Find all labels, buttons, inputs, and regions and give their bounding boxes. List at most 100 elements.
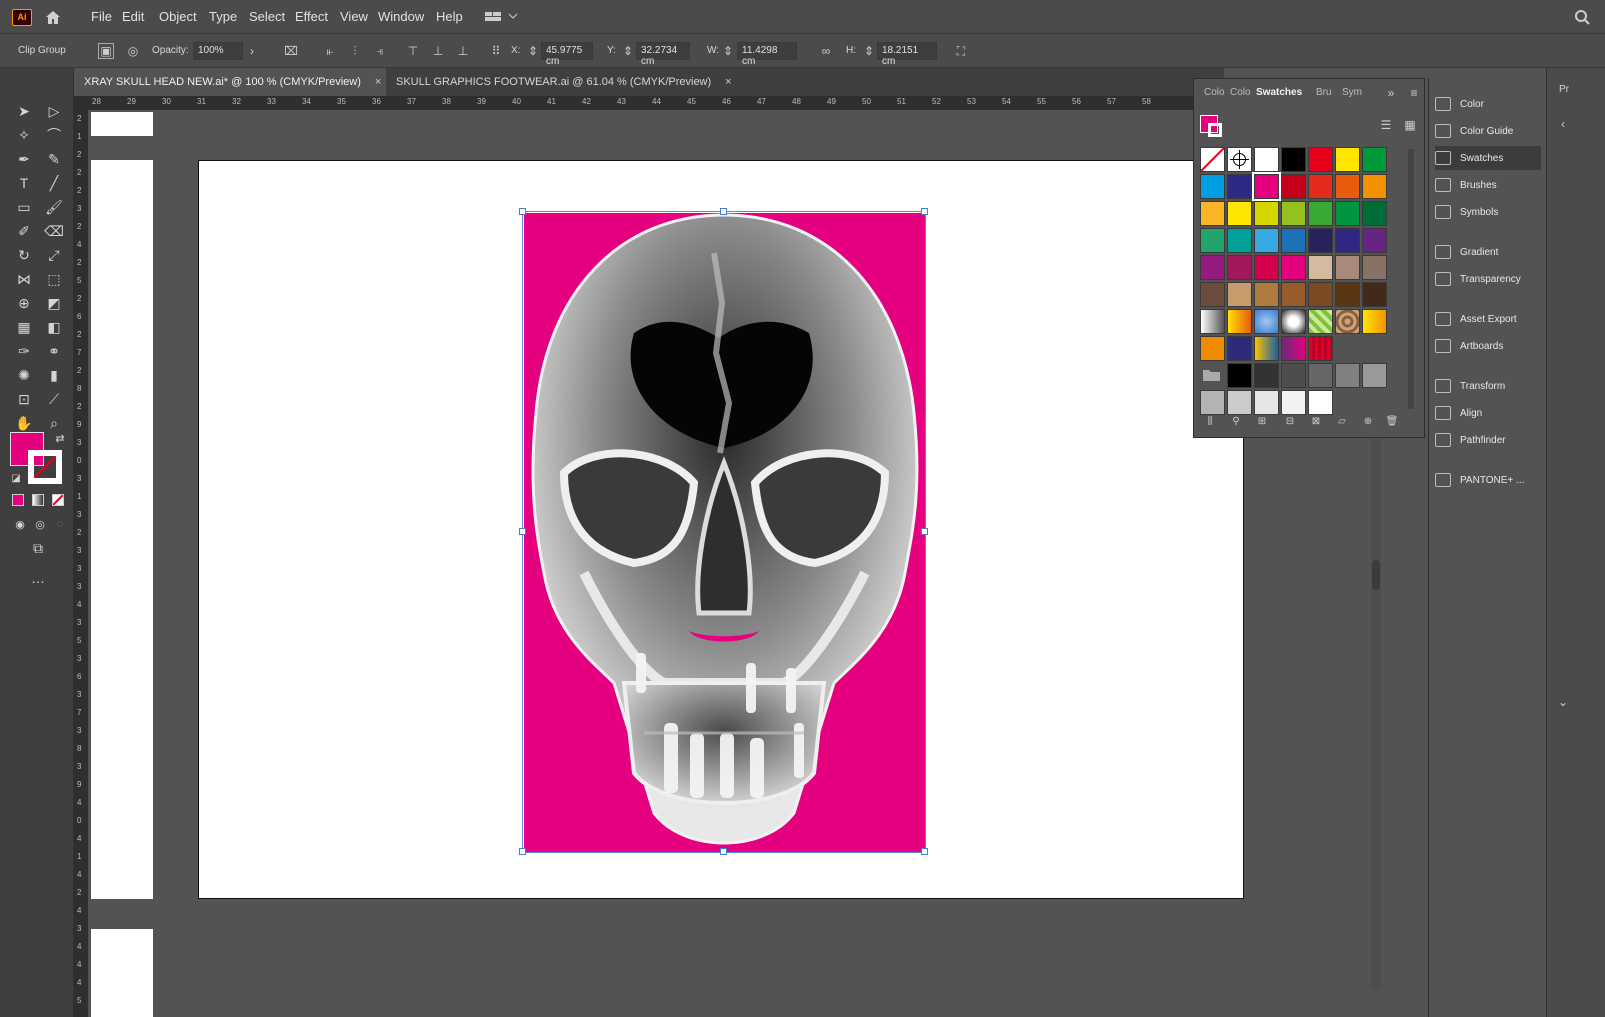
type-tool-icon[interactable]: T — [14, 173, 34, 193]
align-center-icon[interactable]: ⫶ — [347, 43, 363, 59]
swatch[interactable] — [1335, 363, 1360, 388]
align-bottom-icon[interactable]: ⊥ — [455, 43, 471, 59]
swatch-options-icon[interactable]: ⊞ — [1254, 413, 1270, 429]
swatch[interactable] — [1281, 363, 1306, 388]
panel-item-pantone[interactable]: PANTONE+ ... — [1435, 468, 1541, 492]
color-mode-icon[interactable] — [12, 494, 24, 506]
swatch-libraries-icon[interactable]: ⫼ — [1202, 413, 1218, 429]
panel-item-align[interactable]: Align — [1435, 401, 1541, 425]
panel-item-gradient[interactable]: Gradient — [1435, 240, 1541, 264]
swatch[interactable] — [1362, 147, 1387, 172]
vertical-scrollbar[interactable] — [1371, 430, 1381, 990]
w-stepper-icon[interactable]: ⇕ — [720, 43, 736, 59]
pen-tool-icon[interactable]: ✒ — [14, 149, 34, 169]
swatch[interactable] — [1362, 228, 1387, 253]
swatch[interactable] — [1254, 201, 1279, 226]
panel-item-color-guide[interactable]: Color Guide — [1435, 119, 1541, 143]
w-field[interactable]: 11.4298 cm — [737, 42, 797, 67]
swatch[interactable] — [1252, 172, 1281, 201]
panel-item-artboards[interactable]: Artboards — [1435, 334, 1541, 358]
swatch[interactable] — [1281, 255, 1306, 280]
swatch[interactable] — [1200, 390, 1225, 415]
swatch[interactable] — [1200, 255, 1225, 280]
panel-item-color[interactable]: Color — [1435, 92, 1541, 116]
recolor-icon[interactable]: ⌧ — [283, 43, 299, 59]
mesh-tool-icon[interactable]: ▦ — [14, 317, 34, 337]
show-kinds-icon[interactable]: ⚲ — [1228, 413, 1244, 429]
tab-skull-graphics[interactable]: SKULL GRAPHICS FOOTWEAR.ai @ 61.04 % (CM… — [386, 68, 732, 96]
swatch[interactable] — [1362, 201, 1387, 226]
y-field[interactable]: 32.2734 cm — [636, 42, 690, 67]
symbol-sprayer-icon[interactable]: ✺ — [14, 365, 34, 385]
resize-handle-bl[interactable] — [519, 848, 526, 855]
workspace-switcher[interactable] — [485, 9, 521, 25]
panel-item-transparency[interactable]: Transparency — [1435, 267, 1541, 291]
resize-handle-ml[interactable] — [519, 528, 526, 535]
edit-contents-icon[interactable]: ▣ — [98, 43, 114, 59]
resize-handle-br[interactable] — [921, 848, 928, 855]
swatch[interactable] — [1227, 228, 1252, 253]
chevron-right-icon[interactable]: › — [244, 43, 260, 59]
gradient-mode-icon[interactable] — [32, 494, 44, 506]
vertical-ruler[interactable]: 2 1 2 2 2 3 2 4 2 5 2 6 2 7 2 8 2 9 3 0 3 1 3 2 3 3 3 4 3 5 3 6 3 7 3 8 3 9 4 0… — [74, 110, 88, 1017]
swatch[interactable] — [1227, 363, 1252, 388]
h-stepper-icon[interactable]: ⇕ — [861, 43, 877, 59]
menu-view[interactable]: View — [340, 9, 368, 24]
grid-view-icon[interactable]: ▦ — [1402, 117, 1418, 133]
list-view-icon[interactable]: ☰ — [1378, 117, 1394, 133]
properties-tab[interactable]: Pr — [1559, 84, 1569, 95]
new-color-group-icon[interactable]: ▱ — [1334, 413, 1350, 429]
swatch[interactable] — [1254, 282, 1279, 307]
swatch[interactable] — [1254, 309, 1279, 334]
shape-builder-tool-icon[interactable]: ⊕ — [14, 293, 34, 313]
swatch[interactable] — [1227, 147, 1252, 172]
swatch[interactable] — [1227, 201, 1252, 226]
swatch[interactable] — [1335, 282, 1360, 307]
shaper-tool-icon[interactable]: ✐ — [14, 221, 34, 241]
add-to-library-icon[interactable]: ⊟ — [1282, 413, 1298, 429]
resize-handle-mr[interactable] — [921, 528, 928, 535]
menu-help[interactable]: Help — [436, 9, 463, 24]
tab-brushes[interactable]: Bru — [1316, 87, 1332, 98]
draw-behind-icon[interactable]: ◎ — [30, 514, 50, 534]
swatch[interactable] — [1308, 228, 1333, 253]
direct-selection-tool-icon[interactable]: ▷ — [44, 101, 64, 121]
hand-tool-icon[interactable]: ✋ — [14, 413, 34, 433]
swatch[interactable] — [1200, 201, 1225, 226]
none-mode-icon[interactable] — [52, 494, 64, 506]
swatch[interactable] — [1254, 255, 1279, 280]
swatch[interactable] — [1335, 255, 1360, 280]
close-icon[interactable]: × — [375, 76, 381, 88]
align-middle-icon[interactable]: ⊥ — [430, 43, 446, 59]
swatch[interactable] — [1254, 147, 1279, 172]
swatch[interactable] — [1227, 390, 1252, 415]
resize-handle-tl[interactable] — [519, 208, 526, 215]
swatch[interactable] — [1254, 363, 1279, 388]
current-stroke-swatch[interactable] — [1208, 123, 1222, 137]
swatch[interactable] — [1281, 174, 1306, 199]
swatch[interactable] — [1362, 282, 1387, 307]
selection-tool-icon[interactable]: ➤ — [14, 101, 34, 121]
swatch[interactable] — [1335, 147, 1360, 172]
panel-item-transform[interactable]: Transform — [1435, 374, 1541, 398]
swatch[interactable] — [1281, 201, 1306, 226]
swatch[interactable] — [1362, 309, 1387, 334]
selection-bounding-box[interactable] — [522, 211, 926, 853]
align-left-icon[interactable]: ⫦ — [322, 43, 338, 59]
swatch[interactable] — [1308, 282, 1333, 307]
swatch[interactable] — [1362, 255, 1387, 280]
curvature-tool-icon[interactable]: ✎ — [44, 149, 64, 169]
swatch[interactable] — [1254, 228, 1279, 253]
stroke-swatch[interactable] — [28, 450, 62, 484]
edit-colors-icon[interactable]: ⊠ — [1308, 413, 1324, 429]
swatch[interactable] — [1308, 390, 1333, 415]
swatch[interactable] — [1200, 363, 1225, 388]
swatch[interactable] — [1200, 336, 1225, 361]
eraser-tool-icon[interactable]: ⌫ — [44, 221, 64, 241]
horizontal-ruler[interactable]: 28 29 30 31 32 33 34 35 36 37 38 39 40 41 42 43 44 45 46 47… — [74, 96, 1194, 110]
swatch[interactable] — [1200, 309, 1225, 334]
swatch[interactable] — [1335, 174, 1360, 199]
swatch[interactable] — [1308, 363, 1333, 388]
rectangle-tool-icon[interactable]: ▭ — [14, 197, 34, 217]
screen-mode-icon[interactable]: ⧉ — [28, 538, 48, 558]
